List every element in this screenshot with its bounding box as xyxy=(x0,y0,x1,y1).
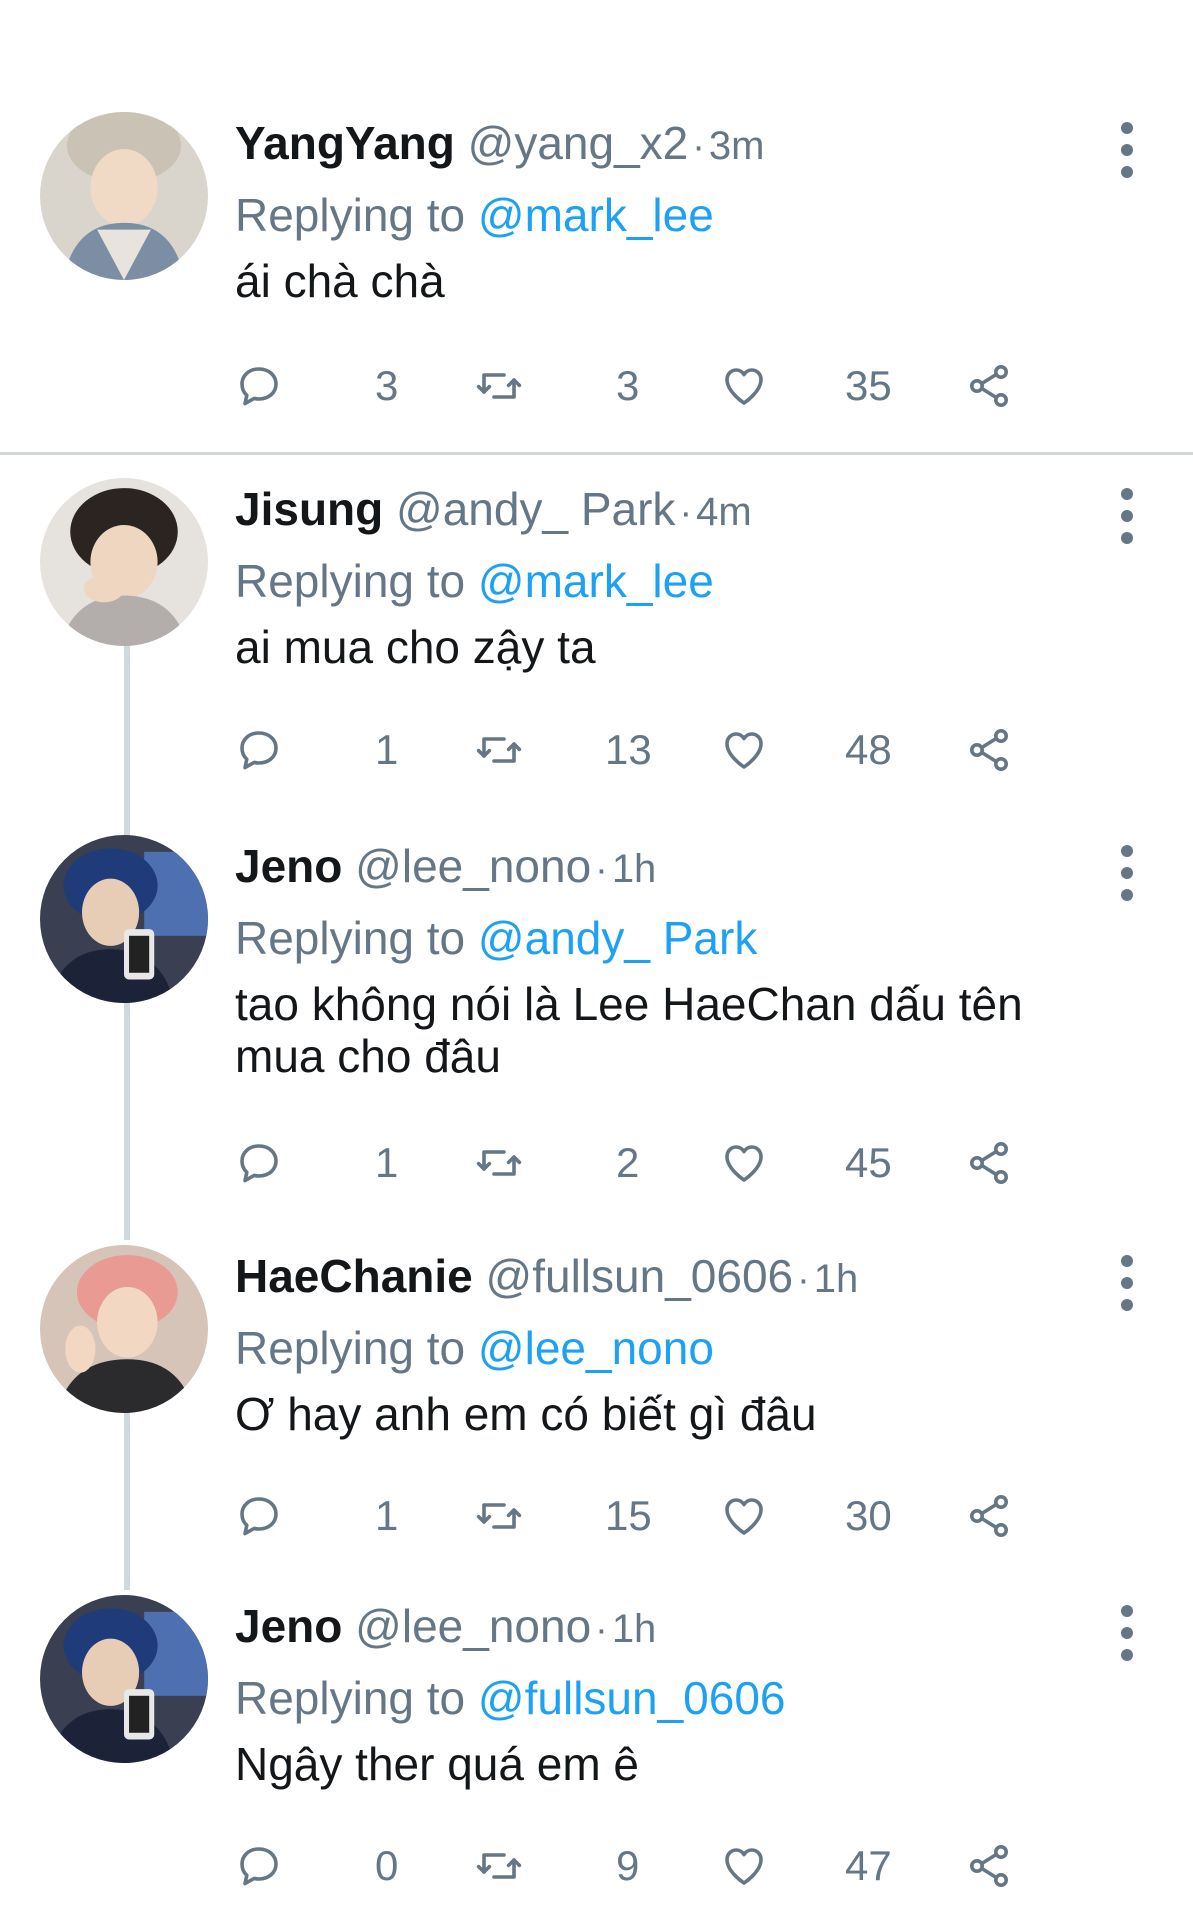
replying-to: Replying to @andy_ Park xyxy=(235,910,1095,966)
like-count: 35 xyxy=(845,362,892,409)
mention-link[interactable]: @andy_ Park xyxy=(478,912,757,964)
display-name[interactable]: Jisung xyxy=(235,483,383,535)
dot-separator: · xyxy=(679,492,693,534)
avatar[interactable] xyxy=(40,1245,208,1413)
timestamp[interactable]: 1h xyxy=(814,1257,859,1301)
reply-count: 1 xyxy=(375,1139,399,1186)
replying-label: Replying to xyxy=(235,189,466,241)
avatar[interactable] xyxy=(40,1595,208,1763)
reply-count: 0 xyxy=(375,1842,399,1889)
replying-label: Replying to xyxy=(235,912,466,964)
display-name[interactable]: YangYang xyxy=(235,117,455,169)
share-icon[interactable] xyxy=(965,362,1013,410)
retweet-icon[interactable] xyxy=(475,1842,523,1890)
retweet-count: 15 xyxy=(605,1492,652,1539)
timestamp[interactable]: 4m xyxy=(696,490,752,534)
thread-line xyxy=(124,640,130,840)
tweet-actions: 1 2 45 xyxy=(235,1133,1035,1193)
share-icon[interactable] xyxy=(965,1842,1013,1890)
more-options-icon[interactable] xyxy=(1109,1605,1145,1661)
tweet-actions: 1 15 30 xyxy=(235,1486,1035,1546)
tweet-text: tao không nói là Lee HaeChan dấu tên mua… xyxy=(235,978,1023,1082)
replying-label: Replying to xyxy=(235,1672,466,1724)
dot-separator: · xyxy=(595,1609,608,1651)
retweet-icon[interactable] xyxy=(475,1492,523,1540)
reply-count: 3 xyxy=(375,362,399,409)
user-handle[interactable]: @andy_ Park xyxy=(396,483,675,535)
tweet-header: HaeChanie @fullsun_0606 · 1h xyxy=(235,1248,1095,1308)
display-name[interactable]: HaeChanie xyxy=(235,1250,473,1302)
retweet-icon[interactable] xyxy=(475,1139,523,1187)
like-count: 30 xyxy=(845,1492,892,1539)
retweet-icon[interactable] xyxy=(475,726,523,774)
thread-line xyxy=(124,1410,130,1590)
like-icon[interactable] xyxy=(720,1492,768,1540)
share-icon[interactable] xyxy=(965,1139,1013,1187)
reply-count: 1 xyxy=(375,726,399,773)
mention-link[interactable]: @lee_nono xyxy=(478,1322,714,1374)
replying-to: Replying to @lee_nono xyxy=(235,1320,1095,1376)
like-icon[interactable] xyxy=(720,1139,768,1187)
tweet-text: Ngây ther quá em ê xyxy=(235,1738,640,1790)
user-handle[interactable]: @yang_x2 xyxy=(468,117,689,169)
dot-separator: · xyxy=(797,1259,810,1301)
tweet-actions: 0 9 47 xyxy=(235,1836,1035,1896)
retweet-count: 3 xyxy=(616,362,640,409)
share-icon[interactable] xyxy=(965,1492,1013,1540)
replying-to: Replying to @fullsun_0606 xyxy=(235,1670,1095,1726)
user-handle[interactable]: @lee_nono xyxy=(355,840,591,892)
more-options-icon[interactable] xyxy=(1109,1255,1145,1311)
timestamp[interactable]: 1h xyxy=(612,1607,657,1651)
like-count: 47 xyxy=(845,1842,892,1889)
reply-icon[interactable] xyxy=(235,1842,283,1890)
replying-to: Replying to @mark_lee xyxy=(235,187,1095,243)
display-name[interactable]: Jeno xyxy=(235,1600,342,1652)
like-count: 48 xyxy=(845,726,892,773)
tweet-actions: 1 13 48 xyxy=(235,720,1035,780)
user-handle[interactable]: @lee_nono xyxy=(355,1600,591,1652)
more-options-icon[interactable] xyxy=(1109,488,1145,544)
display-name[interactable]: Jeno xyxy=(235,840,342,892)
retweet-count: 2 xyxy=(616,1139,640,1186)
like-icon[interactable] xyxy=(720,362,768,410)
tweet-header: YangYang @yang_x2 · 3m xyxy=(235,115,1095,175)
reply-icon[interactable] xyxy=(235,1139,283,1187)
reply-count: 1 xyxy=(375,1492,399,1539)
reply-icon[interactable] xyxy=(235,1492,283,1540)
tweet-header: Jisung @andy_ Park · 4m xyxy=(235,481,1095,541)
mention-link[interactable]: @mark_lee xyxy=(478,189,714,241)
reply-icon[interactable] xyxy=(235,362,283,410)
tweet-divider xyxy=(0,452,1193,455)
tweet-header: Jeno @lee_nono · 1h xyxy=(235,838,1095,898)
timestamp[interactable]: 1h xyxy=(612,847,657,891)
mention-link[interactable]: @fullsun_0606 xyxy=(478,1672,786,1724)
retweet-count: 9 xyxy=(616,1842,640,1889)
reply-icon[interactable] xyxy=(235,726,283,774)
timestamp[interactable]: 3m xyxy=(709,124,765,168)
more-options-icon[interactable] xyxy=(1109,122,1145,178)
like-icon[interactable] xyxy=(720,726,768,774)
mention-link[interactable]: @mark_lee xyxy=(478,555,714,607)
replying-to: Replying to @mark_lee xyxy=(235,553,1095,609)
user-handle[interactable]: @fullsun_0606 xyxy=(486,1250,794,1302)
retweet-icon[interactable] xyxy=(475,362,523,410)
like-count: 45 xyxy=(845,1139,892,1186)
tweet-header: Jeno @lee_nono · 1h xyxy=(235,1598,1095,1658)
retweet-count: 13 xyxy=(605,726,652,773)
more-options-icon[interactable] xyxy=(1109,845,1145,901)
replying-label: Replying to xyxy=(235,1322,466,1374)
dot-separator: · xyxy=(595,849,608,891)
tweet-text: ái chà chà xyxy=(235,255,445,307)
like-icon[interactable] xyxy=(720,1842,768,1890)
avatar[interactable] xyxy=(40,478,208,646)
tweet-text: ai mua cho zậy ta xyxy=(235,621,596,673)
avatar[interactable] xyxy=(40,112,208,280)
replying-label: Replying to xyxy=(235,555,466,607)
share-icon[interactable] xyxy=(965,726,1013,774)
thread-line xyxy=(124,1000,130,1240)
tweet-text: Ơ hay anh em có biết gì đâu xyxy=(235,1388,817,1440)
avatar[interactable] xyxy=(40,835,208,1003)
dot-separator: · xyxy=(692,126,705,168)
tweet-actions: 3 3 35 xyxy=(235,356,1035,416)
